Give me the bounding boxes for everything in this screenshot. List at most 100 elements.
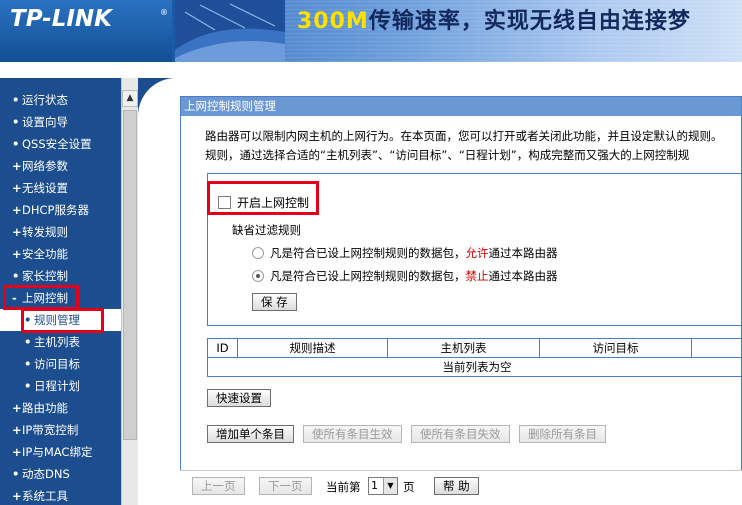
sidebar-item-dhcp[interactable]: +DHCP服务器: [0, 199, 121, 221]
highlight-enable-access-control: [207, 181, 319, 215]
bullet-icon: •: [24, 357, 32, 371]
sidebar-item-host-list[interactable]: • 主机列表: [0, 331, 121, 353]
sidebar-item-label: DHCP服务器: [22, 203, 89, 217]
expand-icon: +: [12, 445, 22, 459]
sidebar-item-status[interactable]: • 运行状态: [0, 89, 121, 111]
sidebar-item-access-target[interactable]: • 访问目标: [0, 353, 121, 375]
column-more: [691, 338, 742, 358]
logo: TP-LINK: [10, 6, 112, 32]
header: TP-LINK ® 300M传输速率，实现无线自由连接梦: [0, 0, 742, 62]
intro-text: 路由器可以限制内网主机的上网行为。在本页面，您可以打开或者关闭此功能，并且设定默…: [205, 127, 742, 165]
page-select[interactable]: 1 ▼: [368, 477, 398, 495]
column-host-list: 主机列表: [387, 338, 540, 358]
sidebar-item-parental[interactable]: • 家长控制: [0, 265, 121, 287]
sidebar-item-label: 安全功能: [22, 247, 68, 261]
keyword-allow: 允许: [465, 246, 489, 260]
radio-allow[interactable]: [252, 247, 264, 259]
sidebar-item-label: 访问目标: [34, 357, 80, 371]
banner-text: 传输速率，实现无线自由连接梦: [368, 9, 691, 34]
sidebar-item-schedule[interactable]: • 日程计划: [0, 375, 121, 397]
sidebar-item-label: 动态DNS: [22, 467, 70, 481]
expand-icon: +: [12, 181, 22, 195]
sidebar-item-bandwidth[interactable]: +IP带宽控制: [0, 419, 121, 441]
sidebar-item-system-tools[interactable]: +系统工具: [0, 485, 121, 505]
sidebar-item-label: 日程计划: [34, 379, 80, 393]
sidebar-scrollbar[interactable]: ▲: [121, 78, 138, 505]
sidebar-item-label: 路由功能: [22, 401, 68, 415]
sidebar-item-network[interactable]: +网络参数: [0, 155, 121, 177]
sidebar-item-label: IP与MAC绑定: [22, 445, 93, 459]
expand-icon: +: [12, 247, 22, 261]
save-button[interactable]: 保 存: [252, 293, 297, 311]
table-row-empty: 当前列表为空: [207, 357, 742, 377]
column-id: ID: [207, 338, 238, 358]
banner-decoration-icon: [175, 0, 285, 62]
bullet-icon: •: [24, 379, 32, 393]
sidebar-item-label: 设置向导: [22, 115, 68, 129]
current-page-label: 当前第: [326, 480, 361, 494]
chevron-down-icon[interactable]: ▼: [383, 478, 397, 494]
highlight-access-control: [3, 285, 79, 310]
expand-icon: +: [12, 225, 22, 239]
rule-management-panel: 上网控制规则管理 路由器可以限制内网主机的上网行为。在本页面，您可以打开或者关闭…: [180, 96, 742, 476]
sidebar-item-label: 无线设置: [22, 181, 68, 195]
quick-setup-button[interactable]: 快速设置: [207, 389, 271, 407]
keyword-deny: 禁止: [465, 269, 489, 283]
enable-all-entries-button[interactable]: 使所有条目生效: [303, 425, 402, 443]
sidebar-item-label: QSS安全设置: [22, 137, 92, 151]
panel-title: 上网控制规则管理: [181, 97, 741, 116]
sidebar-item-ip-mac-binding[interactable]: +IP与MAC绑定: [0, 441, 121, 463]
banner-slogan: 300M传输速率，实现无线自由连接梦: [297, 3, 691, 35]
prev-page-button[interactable]: 上一页: [192, 477, 245, 495]
next-page-button[interactable]: 下一页: [259, 477, 312, 495]
bullet-icon: •: [12, 93, 20, 107]
expand-icon: +: [12, 423, 22, 437]
radio-allow-row[interactable]: 凡是符合已设上网控制规则的数据包，允许通过本路由器: [252, 245, 558, 261]
column-description: 规则描述: [237, 338, 388, 358]
scroll-up-icon[interactable]: ▲: [122, 90, 138, 107]
radio-allow-label: 凡是符合已设上网控制规则的数据包，允许通过本路由器: [270, 246, 558, 260]
banner-highlight: 300M: [297, 9, 369, 34]
expand-icon: +: [12, 489, 22, 503]
sidebar-item-forwarding[interactable]: +转发规则: [0, 221, 121, 243]
help-button[interactable]: 帮 助: [434, 477, 479, 495]
logo-registered-mark: ®: [160, 8, 168, 17]
delete-all-entries-button[interactable]: 删除所有条目: [519, 425, 606, 443]
corner-decoration: [138, 78, 178, 118]
sidebar-item-label: 运行状态: [22, 93, 68, 107]
page-unit-label: 页: [403, 480, 415, 494]
sidebar-item-label: 主机列表: [34, 335, 80, 349]
radio-deny-label: 凡是符合已设上网控制规则的数据包，禁止通过本路由器: [270, 269, 558, 283]
bullet-icon: •: [12, 269, 20, 283]
logo-box: TP-LINK ®: [0, 0, 172, 62]
sidebar-item-security[interactable]: +安全功能: [0, 243, 121, 265]
sidebar-item-wireless[interactable]: +无线设置: [0, 177, 121, 199]
default-filter-label: 缺省过滤规则: [232, 223, 301, 237]
bullet-icon: •: [12, 115, 20, 129]
sidebar-item-wizard[interactable]: • 设置向导: [0, 111, 121, 133]
sidebar-item-label: 家长控制: [22, 269, 68, 283]
sidebar-item-label: 转发规则: [22, 225, 68, 239]
radio-deny-row[interactable]: 凡是符合已设上网控制规则的数据包，禁止通过本路由器: [252, 268, 558, 284]
bullet-icon: •: [12, 137, 20, 151]
sidebar-item-qss[interactable]: • QSS安全设置: [0, 133, 121, 155]
sidebar-item-label: 网络参数: [22, 159, 68, 173]
pager-bar: 上一页 下一页 当前第 1 ▼ 页 帮 助: [180, 470, 742, 505]
radio-deny[interactable]: [252, 270, 264, 282]
disable-all-entries-button[interactable]: 使所有条目失效: [411, 425, 510, 443]
bullet-icon: •: [12, 467, 20, 481]
intro-line-1: 路由器可以限制内网主机的上网行为。在本页面，您可以打开或者关闭此功能，并且设定默…: [205, 129, 723, 143]
expand-icon: +: [12, 401, 22, 415]
expand-icon: +: [12, 159, 22, 173]
sidebar-item-ddns[interactable]: • 动态DNS: [0, 463, 121, 485]
page-select-value: 1: [371, 479, 378, 492]
empty-list-text: 当前列表为空: [207, 357, 742, 377]
add-single-entry-button[interactable]: 增加单个条目: [207, 425, 294, 443]
sidebar-item-routing[interactable]: +路由功能: [0, 397, 121, 419]
scroll-thumb[interactable]: [123, 110, 137, 440]
bullet-icon: •: [24, 335, 32, 349]
banner: 300M传输速率，实现无线自由连接梦: [175, 0, 742, 62]
sidebar-item-label: 系统工具: [22, 489, 68, 503]
expand-icon: +: [12, 203, 22, 217]
column-access-target: 访问目标: [539, 338, 692, 358]
